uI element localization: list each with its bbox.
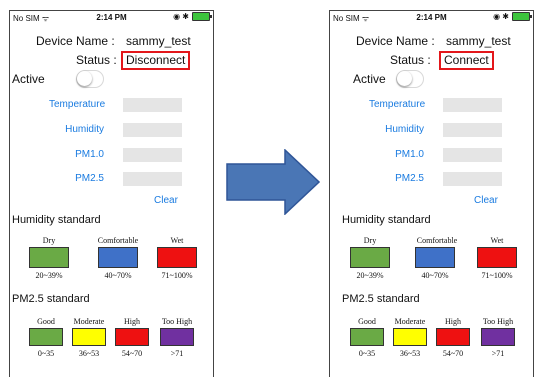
pm10-value-field [123, 148, 182, 162]
color-swatch-dry [29, 247, 69, 268]
status-label: Status : [390, 53, 431, 67]
range-moderate: 36~53 [78, 349, 100, 358]
humidity-value-field [443, 123, 502, 137]
range-moderate: 36~53 [399, 349, 421, 358]
swatch-label-comfortable: Comfortable [416, 236, 458, 245]
swatch-label-good: Good [37, 317, 55, 326]
color-swatch-too-high [160, 328, 194, 346]
swatch-label-too-high: Too High [161, 317, 193, 326]
swatch-label-dry: Dry [42, 236, 56, 245]
device-name-label: Device Name : [356, 34, 435, 48]
color-swatch-wet [157, 247, 197, 268]
sensor-label-temperature: Temperature [49, 99, 106, 110]
sensor-label-humidity: Humidity [385, 124, 424, 135]
color-swatch-high [115, 328, 149, 346]
sensor-label-pm10: PM1.0 [75, 149, 104, 160]
sensor-label-pm25: PM2.5 [75, 173, 104, 184]
device-name-value: sammy_test [126, 34, 191, 48]
range-comfortable: 40~70% [421, 271, 449, 280]
pm25-value-field [123, 172, 182, 186]
device-name-label: Device Name : [36, 34, 115, 48]
humidity-value-field [123, 123, 182, 137]
swatch-label-good: Good [358, 317, 376, 326]
color-swatch-wet [477, 247, 517, 268]
temperature-value-field [123, 98, 182, 112]
swatch-label-wet: Wet [170, 236, 184, 245]
range-high: 54~70 [442, 349, 464, 358]
swatch-label-wet: Wet [490, 236, 504, 245]
battery-icon [512, 12, 532, 21]
pm25-standard-title: PM2.5 standard [342, 293, 420, 305]
sensor-label-pm25: PM2.5 [395, 173, 424, 184]
sensor-label-humidity: Humidity [65, 124, 104, 135]
pm25-standard-title: PM2.5 standard [12, 293, 90, 305]
phone-screen-after: No SIM ᯤ 2:14 PM ◉ ✱ Device Name : sammy… [329, 10, 534, 377]
swatch-label-too-high: Too High [482, 317, 514, 326]
range-too-high: >71 [491, 349, 505, 358]
status-value: Connect [439, 51, 494, 70]
swatch-label-moderate: Moderate [73, 317, 105, 326]
range-wet: 71~100% [481, 271, 513, 280]
active-label: Active [12, 72, 45, 86]
range-dry: 20~39% [356, 271, 384, 280]
pm10-value-field [443, 148, 502, 162]
active-label: Active [353, 72, 386, 86]
range-too-high: >71 [170, 349, 184, 358]
range-wet: 71~100% [161, 271, 193, 280]
range-dry: 20~39% [35, 271, 63, 280]
battery-icon [192, 12, 212, 21]
device-name-value: sammy_test [446, 34, 511, 48]
status-bar: No SIM ᯤ 2:14 PM ◉ ✱ [10, 11, 213, 25]
pm25-value-field [443, 172, 502, 186]
swatch-label-comfortable: Comfortable [97, 236, 139, 245]
range-good: 0~35 [358, 349, 376, 358]
temperature-value-field [443, 98, 502, 112]
active-toggle[interactable] [76, 70, 104, 88]
color-swatch-comfortable [98, 247, 138, 268]
range-high: 54~70 [121, 349, 143, 358]
color-swatch-high [436, 328, 470, 346]
active-toggle[interactable] [396, 70, 424, 88]
sensor-label-temperature: Temperature [369, 99, 426, 110]
status-value: Disconnect [121, 51, 191, 70]
swatch-label-dry: Dry [363, 236, 377, 245]
swatch-label-high: High [445, 317, 461, 326]
color-swatch-moderate [393, 328, 427, 346]
status-label: Status : [76, 53, 117, 67]
swatch-label-moderate: Moderate [394, 317, 426, 326]
color-swatch-dry [350, 247, 390, 268]
clear-button[interactable]: Clear [474, 195, 498, 206]
phone-screen-before: No SIM ᯤ 2:14 PM ◉ ✱ Device Name : sammy… [9, 10, 214, 377]
clear-button[interactable]: Clear [154, 195, 178, 206]
color-swatch-comfortable [415, 247, 455, 268]
color-swatch-too-high [481, 328, 515, 346]
status-icons: ◉ ✱ [173, 12, 212, 21]
color-swatch-good [350, 328, 384, 346]
range-good: 0~35 [37, 349, 55, 358]
humidity-standard-title: Humidity standard [342, 214, 431, 226]
transition-arrow-icon [226, 149, 320, 215]
color-swatch-good [29, 328, 63, 346]
range-comfortable: 40~70% [104, 271, 132, 280]
status-bar: No SIM ᯤ 2:14 PM ◉ ✱ [330, 11, 533, 25]
humidity-standard-title: Humidity standard [12, 214, 101, 226]
swatch-label-high: High [124, 317, 140, 326]
color-swatch-moderate [72, 328, 106, 346]
sensor-label-pm10: PM1.0 [395, 149, 424, 160]
status-icons: ◉ ✱ [493, 12, 532, 21]
